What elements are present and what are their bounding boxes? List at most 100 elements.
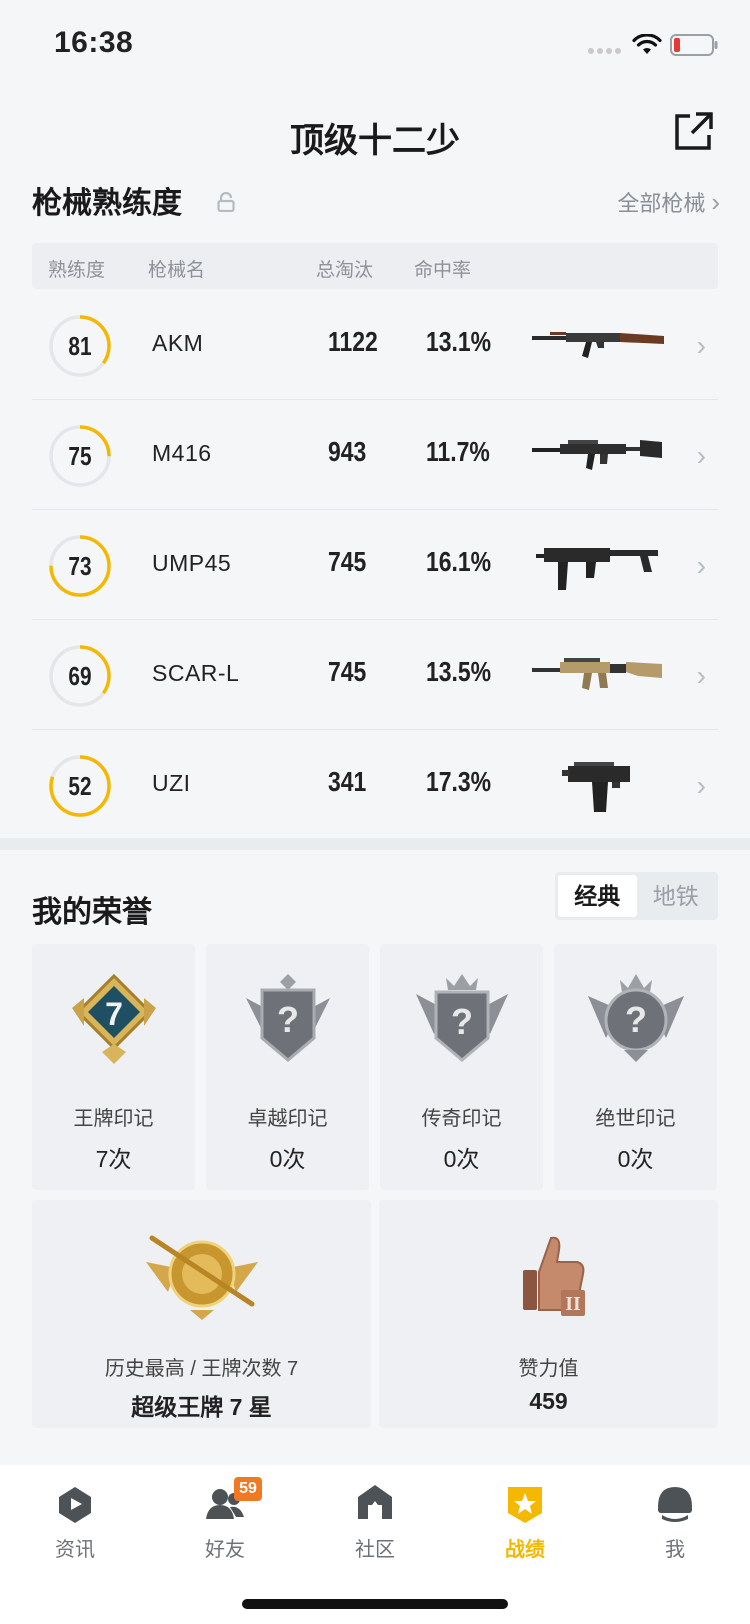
tab-metro[interactable]: 地铁: [637, 875, 716, 917]
honor-card-legend[interactable]: ? 传奇印记 0次: [380, 944, 543, 1190]
honor-card-ace[interactable]: 7 王牌印记 7次: [32, 944, 195, 1190]
news-icon: [59, 1487, 91, 1523]
tab-label: 资讯: [55, 1539, 95, 1561]
chevron-right-icon: ›: [696, 770, 706, 801]
svg-text:II: II: [565, 1293, 581, 1315]
proficiency-value: 69: [68, 661, 92, 691]
chevron-right-icon: ›: [696, 440, 706, 471]
tab-community[interactable]: 社区: [300, 1483, 450, 1573]
gun-accuracy: 16.1%: [426, 546, 492, 577]
gun-kills: 341: [328, 766, 367, 797]
honor-count: 0次: [269, 1146, 306, 1172]
gun-kills: 943: [328, 436, 367, 467]
thumbs-up-icon: II: [523, 1236, 585, 1316]
honors-section-title: 我的荣誉: [32, 896, 152, 929]
tab-me[interactable]: 我: [600, 1483, 750, 1573]
section-divider: [0, 838, 750, 850]
highest-rank-card[interactable]: 历史最高 / 王牌次数 7 超级王牌 7 星: [32, 1200, 371, 1428]
gun-name: UZI: [152, 770, 191, 796]
gun-name: AKM: [152, 330, 204, 356]
weapons-section-title: 枪械熟练度: [32, 187, 182, 220]
friends-count-badge: 59: [234, 1477, 262, 1501]
locked-badge-icon: ?: [588, 974, 684, 1062]
uzi-smg-icon: [562, 762, 630, 812]
chevron-right-icon: ›: [696, 330, 706, 361]
scar-l-rifle-icon: [532, 658, 662, 690]
weapon-row-scar-l[interactable]: 69 SCAR-L 745 13.5% ›: [32, 620, 718, 730]
honor-label: 绝世印记: [595, 1108, 676, 1130]
highest-rank-value: 超级王牌 7 星: [131, 1394, 272, 1420]
proficiency-value: 81: [68, 331, 92, 361]
tab-bar: 资讯 59 好友 社区 战绩 我: [0, 1465, 750, 1624]
weapon-row-akm[interactable]: 81 AKM 1122 13.1% ›: [32, 290, 718, 400]
honor-label: 王牌印记: [73, 1108, 154, 1130]
tab-stats[interactable]: 战绩: [450, 1483, 600, 1573]
weapons-list: 81 AKM 1122 13.1% › 75 M416 943 11.7% › …: [32, 290, 718, 840]
weapon-row-uzi[interactable]: 52 UZI 341 17.3% ›: [32, 730, 718, 840]
profile-icon: [658, 1487, 692, 1522]
gun-accuracy: 11.7%: [426, 436, 490, 467]
signal-icon: [588, 48, 624, 54]
honor-card-excellence[interactable]: ? 卓越印记 0次: [206, 944, 369, 1190]
rank-crest-icon: [146, 1235, 258, 1320]
all-guns-link[interactable]: 全部枪械 ›: [617, 186, 720, 218]
proficiency-value: 75: [68, 441, 92, 471]
svg-text:?: ?: [451, 1001, 473, 1042]
m416-rifle-icon: [532, 440, 662, 470]
tab-label: 战绩: [505, 1539, 545, 1561]
svg-text:?: ?: [277, 999, 299, 1040]
mode-toggle: 经典 地铁: [555, 872, 718, 920]
honor-count: 0次: [617, 1146, 654, 1172]
proficiency-value: 73: [68, 551, 92, 581]
chevron-right-icon: ›: [696, 660, 706, 691]
gun-name: SCAR-L: [152, 660, 240, 686]
tab-classic[interactable]: 经典: [558, 875, 637, 917]
chevron-right-icon: ›: [696, 550, 706, 581]
highest-rank-label: 历史最高 / 王牌次数 7: [104, 1358, 299, 1380]
likes-label: 赞力值: [518, 1358, 579, 1380]
status-bar: 16:38: [0, 0, 750, 90]
chevron-right-icon: ›: [711, 186, 720, 217]
stats-icon: [508, 1487, 542, 1523]
all-guns-label: 全部枪械: [617, 191, 706, 216]
honor-label: 卓越印记: [247, 1108, 328, 1130]
tab-label: 我: [665, 1539, 685, 1561]
gun-accuracy: 13.1%: [426, 326, 492, 357]
honor-card-peerless[interactable]: ? 绝世印记 0次: [554, 944, 717, 1190]
tab-label: 好友: [205, 1539, 245, 1561]
gun-kills: 745: [328, 546, 367, 577]
gun-kills: 1122: [328, 326, 378, 357]
column-total-kills: 总淘汰: [316, 260, 374, 281]
share-icon[interactable]: [672, 109, 716, 153]
weapon-row-ump45[interactable]: 73 UMP45 745 16.1% ›: [32, 510, 718, 620]
tab-friends[interactable]: 59 好友: [150, 1477, 300, 1573]
gun-name: M416: [152, 440, 212, 466]
column-proficiency: 熟练度: [48, 260, 106, 281]
ace-mark-badge-icon: 7: [72, 973, 156, 1064]
column-gun-name: 枪械名: [148, 260, 206, 281]
ace-badge-number: 7: [105, 996, 123, 1032]
likes-value: 459: [529, 1388, 568, 1414]
honor-count: 0次: [443, 1146, 480, 1172]
weapons-table-header: 熟练度 枪械名 总淘汰 命中率: [32, 243, 718, 289]
wifi-icon: [632, 34, 662, 54]
header: 顶级十二少: [0, 95, 750, 175]
status-time: 16:38: [54, 26, 134, 59]
proficiency-value: 52: [68, 771, 92, 801]
gun-accuracy: 17.3%: [426, 766, 492, 797]
likes-card[interactable]: II 赞力值 459: [379, 1200, 718, 1428]
weapon-row-m416[interactable]: 75 M416 943 11.7% ›: [32, 400, 718, 510]
lock-icon[interactable]: [217, 192, 235, 212]
honor-label: 传奇印记: [421, 1108, 502, 1130]
page-title: 顶级十二少: [290, 122, 460, 160]
svg-text:?: ?: [625, 999, 647, 1040]
akm-rifle-icon: [532, 332, 664, 358]
column-accuracy: 命中率: [414, 260, 472, 281]
battery-icon: [670, 34, 718, 56]
locked-badge-icon: ?: [416, 974, 508, 1062]
tab-news[interactable]: 资讯: [0, 1483, 150, 1573]
ump45-smg-icon: [536, 548, 658, 590]
locked-badge-icon: ?: [246, 974, 330, 1062]
home-indicator: [242, 1599, 508, 1609]
tab-label: 社区: [355, 1539, 395, 1561]
